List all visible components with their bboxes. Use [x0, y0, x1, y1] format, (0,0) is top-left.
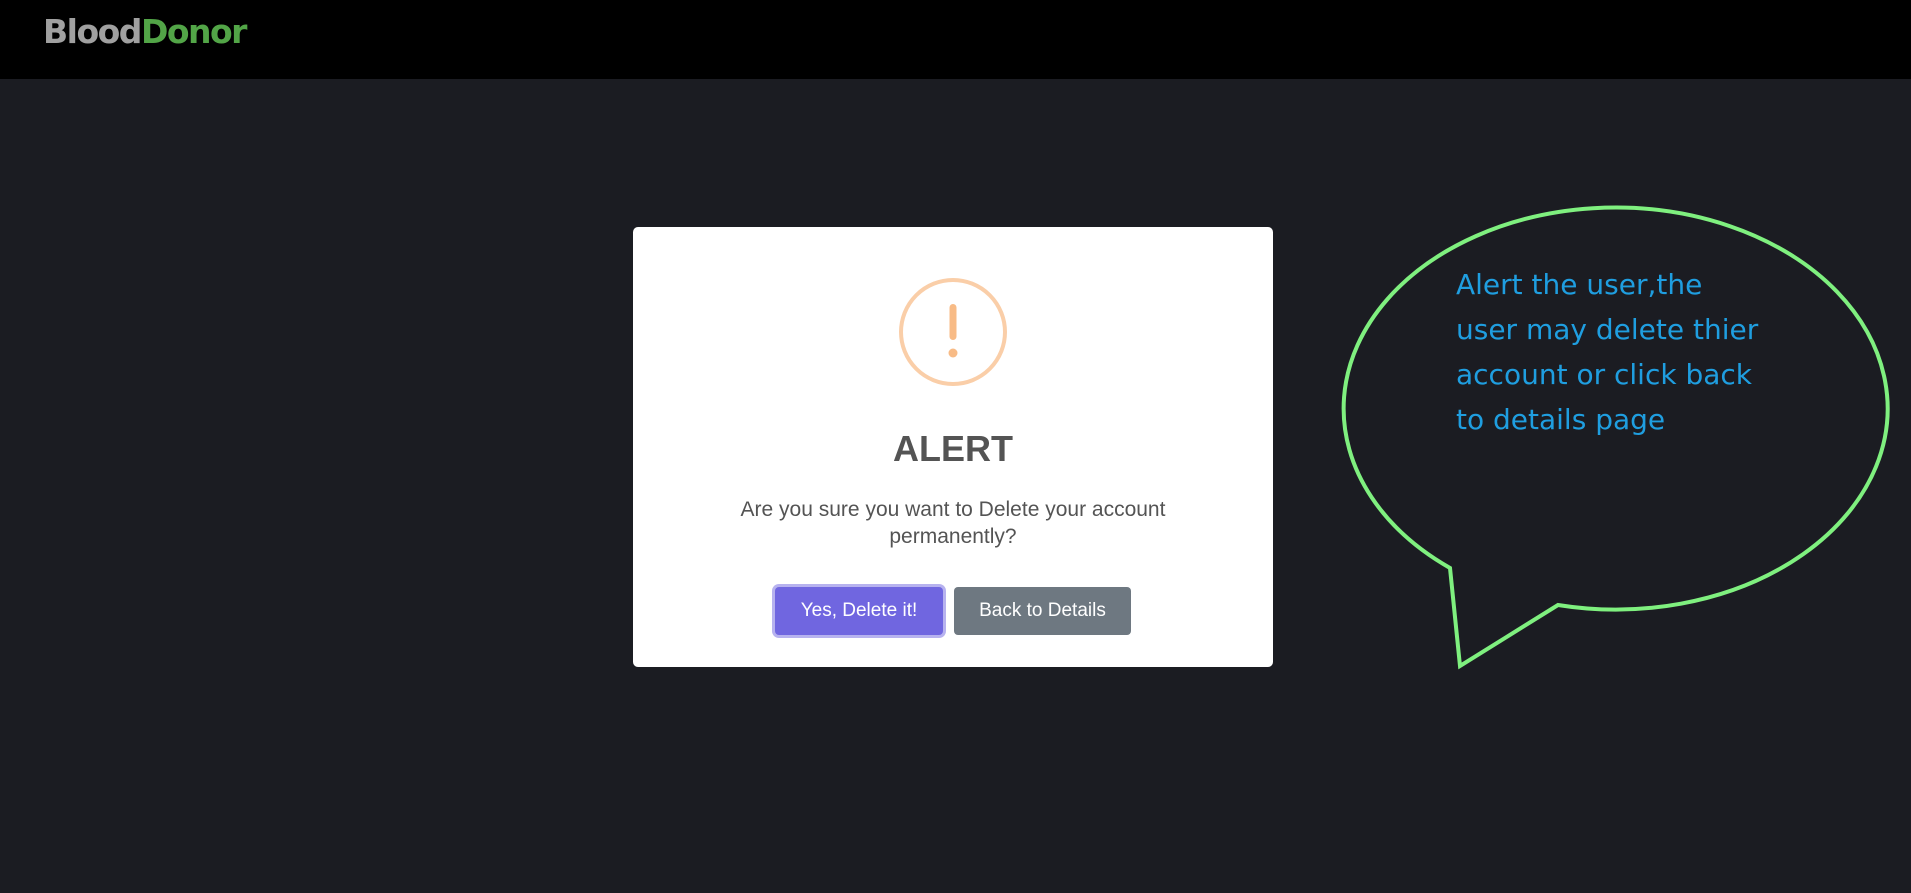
- brand-logo-blood: Blood: [43, 12, 142, 51]
- alert-dialog: ALERT Are you sure you want to Delete yo…: [633, 227, 1273, 667]
- top-navbar: BloodDonor: [0, 0, 1911, 79]
- warning-exclamation-icon: [899, 278, 1007, 386]
- dialog-message: Are you sure you want to Delete your acc…: [740, 498, 1166, 548]
- annotation-line-3: account or click back: [1456, 358, 1752, 391]
- back-to-details-button[interactable]: Back to Details: [954, 587, 1131, 635]
- confirm-delete-button[interactable]: Yes, Delete it!: [775, 587, 943, 635]
- brand-logo[interactable]: BloodDonor: [43, 12, 248, 52]
- brand-logo-donor: Donor: [140, 12, 248, 51]
- annotation-line-1: Alert the user,the: [1456, 268, 1703, 301]
- dialog-title: ALERT: [893, 428, 1013, 469]
- annotation-line-4: to details page: [1456, 403, 1666, 436]
- annotation-text: Alert the user,the user may delete thier…: [1456, 262, 1816, 442]
- annotation-line-2: user may delete thier: [1456, 313, 1759, 346]
